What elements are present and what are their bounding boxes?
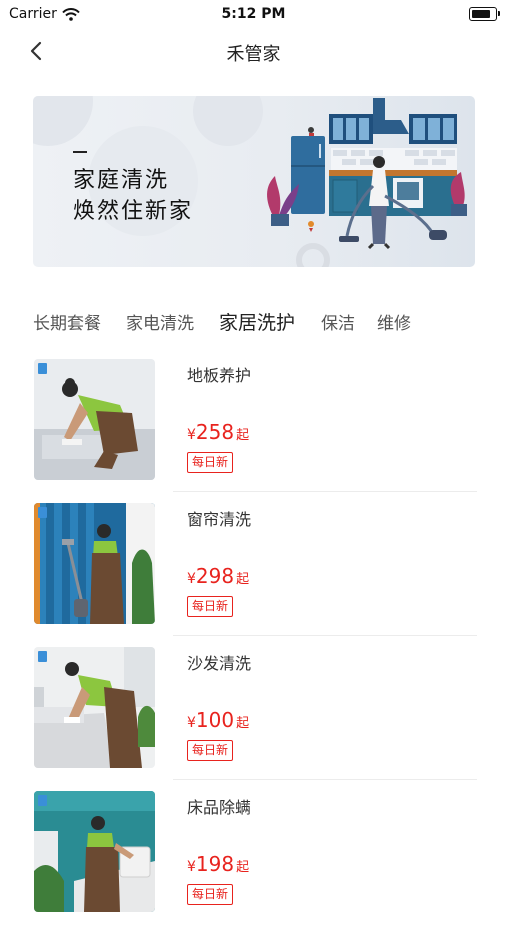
service-thumbnail bbox=[34, 647, 155, 768]
tab-long-term-package[interactable]: 长期套餐 bbox=[33, 309, 101, 334]
service-thumbnail bbox=[34, 791, 155, 912]
service-thumbnail bbox=[34, 503, 155, 624]
list-item[interactable]: 床品除螨 ¥198 起 每日新 bbox=[0, 791, 507, 935]
divider bbox=[173, 491, 477, 492]
kitchen-cleaning-illustration bbox=[267, 98, 467, 267]
daily-new-badge: 每日新 bbox=[187, 740, 234, 761]
clock: 5:12 PM bbox=[221, 6, 286, 22]
tab-home-washing[interactable]: 家居洗护 bbox=[219, 308, 295, 335]
service-name: 窗帘清洗 bbox=[187, 510, 252, 529]
promo-banner[interactable]: 家庭清洗 焕然住新家 bbox=[33, 96, 475, 267]
banner-dash bbox=[73, 151, 87, 153]
service-price: ¥198 起 bbox=[187, 852, 250, 876]
daily-new-badge: 每日新 bbox=[187, 884, 234, 905]
divider bbox=[173, 779, 477, 780]
list-item[interactable]: 沙发清洗 ¥100 起 每日新 bbox=[0, 647, 507, 791]
service-name: 地板养护 bbox=[187, 366, 252, 385]
service-thumbnail bbox=[34, 359, 155, 480]
divider bbox=[173, 635, 477, 636]
service-name: 沙发清洗 bbox=[187, 654, 252, 673]
battery-icon bbox=[469, 7, 500, 21]
navigation-bar: 禾管家 bbox=[0, 30, 507, 74]
list-item[interactable]: 地板养护 ¥258 起 每日新 bbox=[0, 359, 507, 503]
service-price: ¥298 起 bbox=[187, 564, 250, 588]
page-title: 禾管家 bbox=[226, 44, 281, 65]
daily-new-badge: 每日新 bbox=[187, 452, 234, 473]
status-bar: Carrier 5:12 PM bbox=[0, 0, 507, 30]
tab-appliance-cleaning[interactable]: 家电清洗 bbox=[126, 309, 194, 334]
service-name: 床品除螨 bbox=[187, 798, 252, 817]
service-price: ¥100 起 bbox=[187, 708, 250, 732]
tab-repair[interactable]: 维修 bbox=[377, 309, 411, 334]
tab-housekeeping[interactable]: 保洁 bbox=[321, 309, 355, 334]
daily-new-badge: 每日新 bbox=[187, 596, 234, 617]
banner-headline: 家庭清洗 bbox=[73, 168, 170, 193]
banner-subheadline: 焕然住新家 bbox=[73, 199, 194, 224]
list-item[interactable]: 窗帘清洗 ¥298 起 每日新 bbox=[0, 503, 507, 647]
service-price: ¥258 起 bbox=[187, 420, 250, 444]
